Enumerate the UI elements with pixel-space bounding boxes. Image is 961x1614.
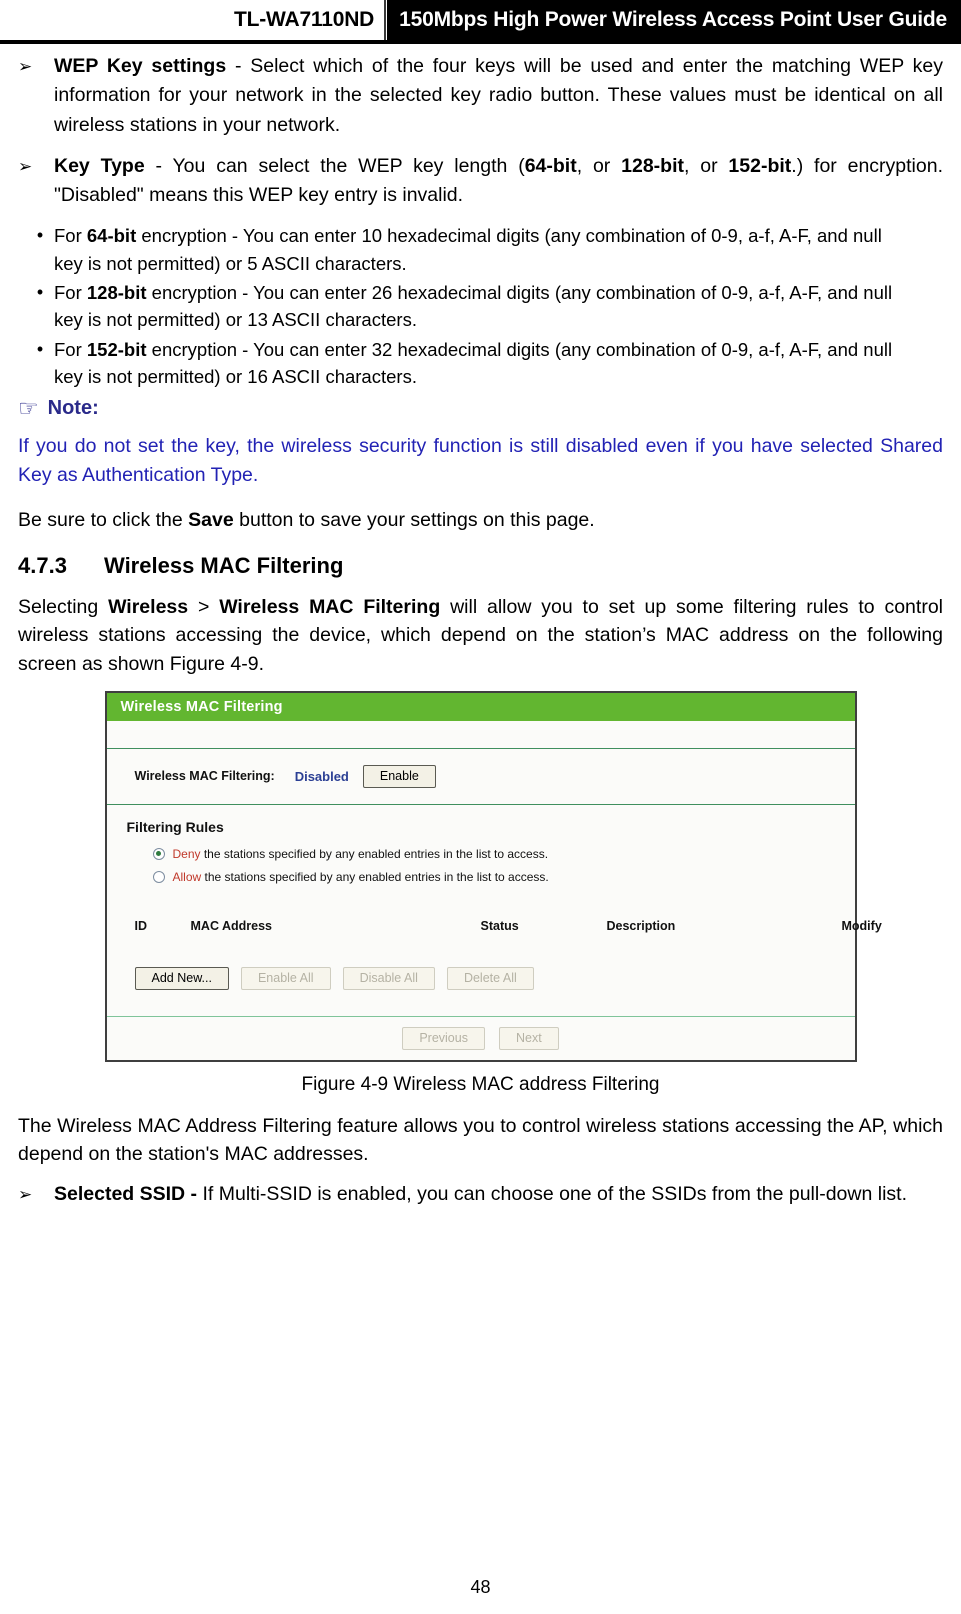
filtering-rule-deny-row[interactable]: Deny the stations specified by any enabl…: [127, 847, 855, 861]
rule-keyword-deny: Deny: [172, 846, 201, 861]
delete-all-button[interactable]: Delete All: [446, 966, 534, 990]
term-wep-key-settings: WEP Key settings: [54, 55, 227, 77]
column-header-description: Description: [606, 918, 676, 933]
arrow-bullet-icon: ➢: [18, 156, 33, 176]
bullet-selected-ssid: ➢ Selected SSID - If Multi-SSID is enabl…: [18, 1180, 943, 1209]
list-item: • For 128-bit encryption - You can enter…: [18, 279, 943, 334]
mac-entries-table: ID MAC Address Status Description Modify: [127, 893, 882, 933]
save-para-pre: Be sure to click the: [18, 509, 189, 531]
pagination-bar: Previous Next: [106, 1015, 855, 1060]
page-content: ➢ WEP Key settings - Select which of the…: [0, 44, 961, 1209]
note-heading: ☞ Note:: [18, 394, 943, 421]
intro-p2: >: [188, 595, 220, 618]
table-action-buttons: Add New... Enable All Disable All Delete…: [127, 933, 855, 1006]
key-type-desc-a: - You can select the WEP key length (: [144, 154, 525, 177]
save-para-post: button to save your settings on this pag…: [233, 509, 595, 531]
enable-button[interactable]: Enable: [362, 764, 436, 788]
desc-selected-ssid: If Multi-SSID is enabled, you can choose…: [197, 1182, 907, 1205]
header-guide-title: 150Mbps High Power Wireless Access Point…: [387, 0, 961, 40]
filtering-rule-allow-row[interactable]: Allow the stations specified by any enab…: [127, 870, 855, 884]
figure-caption: Figure 4-9 Wireless MAC address Filterin…: [301, 1073, 660, 1095]
figure-wireless-mac-filtering: Wireless MAC Filtering Wireless MAC Filt…: [18, 690, 943, 1062]
dot-bullet-icon: •: [36, 282, 44, 302]
filtering-rules-heading: Filtering Rules: [126, 818, 224, 835]
encryption-128bit-label: 128-bit: [86, 282, 147, 303]
list-item: • For 152-bit encryption - You can enter…: [18, 336, 943, 391]
table-header-row: ID MAC Address Status Description Modify: [127, 918, 882, 933]
key-type-sep-1: , or: [576, 154, 622, 177]
rule-keyword-allow: Allow: [172, 869, 202, 884]
encryption-64bit-label: 64-bit: [86, 225, 137, 247]
filtering-rule-deny-text: Deny the stations specified by any enabl…: [173, 847, 549, 861]
column-header-mac-address: MAC Address: [190, 918, 273, 933]
previous-page-button[interactable]: Previous: [402, 1026, 485, 1050]
list-item: • For 64-bit encryption - You can enter …: [18, 222, 943, 277]
save-instruction-paragraph: Be sure to click the Save button to save…: [18, 506, 943, 535]
wireless-mac-filtering-label: Wireless MAC Filtering:: [134, 769, 275, 784]
section-title: Wireless MAC Filtering: [104, 552, 344, 578]
intro-p1: Selecting: [18, 595, 109, 618]
filtering-rule-allow-text: Allow the stations specified by any enab…: [173, 870, 549, 884]
menu-wireless-mac-filtering: Wireless MAC Filtering: [219, 595, 441, 618]
document-running-header: TL-WA7110ND 150Mbps High Power Wireless …: [0, 0, 961, 40]
next-page-button[interactable]: Next: [498, 1026, 559, 1050]
column-header-id: ID: [134, 918, 148, 933]
wireless-mac-filtering-status: Disabled: [294, 768, 349, 784]
bullet-key-type-text: Key Type - You can select the WEP key le…: [54, 152, 943, 211]
rule-deny-description: the stations specified by any enabled en…: [200, 846, 549, 861]
bullet-selected-ssid-text: Selected SSID - If Multi-SSID is enabled…: [54, 1180, 943, 1209]
wireless-mac-filtering-status-row: Wireless MAC Filtering: Disabled Enable: [106, 748, 855, 805]
header-model-name: TL-WA7110ND: [219, 0, 385, 40]
after-figure-paragraph: The Wireless MAC Address Filtering featu…: [18, 1114, 943, 1166]
section-number: 4.7.3: [18, 552, 67, 578]
pointing-hand-icon: ☞: [18, 394, 39, 421]
ui-titlebar: Wireless MAC Filtering: [106, 692, 855, 721]
encryption-152bit-label: 152-bit: [86, 338, 147, 360]
note-body-text: If you do not set the key, the wireless …: [18, 434, 943, 486]
encryption-152bit-post: encryption - You can enter 32 hexadecima…: [54, 338, 893, 388]
dot-bullet-icon: •: [36, 338, 44, 359]
radio-allow-icon[interactable]: [152, 870, 165, 883]
encryption-128bit-post: encryption - You can enter 26 hexadecima…: [54, 282, 893, 331]
section-heading: 4.7.3 Wireless MAC Filtering: [18, 553, 943, 579]
router-ui-panel: Wireless MAC Filtering Wireless MAC Filt…: [104, 690, 882, 1062]
dot-bullet-icon: •: [36, 225, 44, 246]
enable-all-button[interactable]: Enable All: [240, 966, 331, 990]
bullet-key-type: ➢ Key Type - You can select the WEP key …: [18, 152, 943, 211]
disable-all-button[interactable]: Disable All: [342, 966, 435, 990]
encryption-options-list: • For 64-bit encryption - You can enter …: [18, 222, 943, 390]
note-label: Note:: [47, 396, 99, 419]
arrow-bullet-icon: ➢: [18, 57, 33, 76]
encryption-64bit-pre: For: [54, 225, 87, 247]
encryption-128bit-text: For 128-bit encryption - You can enter 2…: [54, 279, 943, 334]
key-type-64bit: 64-bit: [524, 154, 577, 177]
radio-deny-icon[interactable]: [152, 847, 165, 860]
bullet-wep-key-settings: ➢ WEP Key settings - Select which of the…: [18, 52, 943, 140]
key-type-sep-2: , or: [684, 154, 729, 177]
encryption-152bit-pre: For: [54, 338, 87, 360]
add-new-button[interactable]: Add New...: [134, 966, 229, 990]
key-type-128bit: 128-bit: [621, 154, 684, 177]
page-number: 48: [470, 1577, 491, 1597]
ui-spacer-band: [106, 720, 855, 749]
filtering-rules-section: Filtering Rules Deny the stations specif…: [106, 804, 882, 1016]
encryption-128bit-pre: For: [54, 282, 87, 303]
bullet-wep-key-settings-text: WEP Key settings - Select which of the f…: [54, 52, 943, 140]
encryption-64bit-post: encryption - You can enter 10 hexadecima…: [54, 225, 882, 274]
key-type-152bit: 152-bit: [728, 154, 792, 177]
save-button-name: Save: [188, 509, 234, 531]
intro-paragraph: Selecting Wireless > Wireless MAC Filter…: [18, 593, 943, 679]
column-header-modify: Modify: [841, 918, 882, 933]
column-header-status: Status: [480, 918, 519, 933]
encryption-152bit-text: For 152-bit encryption - You can enter 3…: [54, 336, 943, 391]
arrow-bullet-icon: ➢: [18, 1184, 33, 1204]
term-selected-ssid: Selected SSID -: [54, 1182, 198, 1205]
rule-allow-description: the stations specified by any enabled en…: [201, 869, 549, 884]
term-key-type: Key Type: [54, 154, 145, 177]
menu-wireless: Wireless: [108, 595, 189, 618]
encryption-64bit-text: For 64-bit encryption - You can enter 10…: [54, 222, 943, 277]
